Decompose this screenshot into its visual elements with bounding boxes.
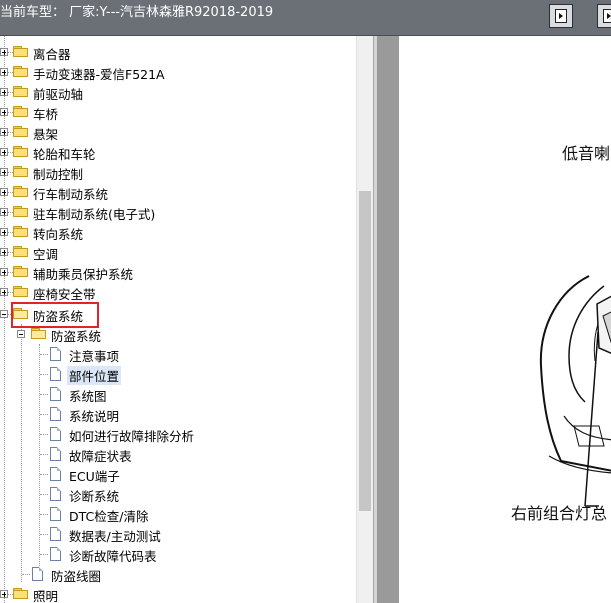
open-folder-icon <box>31 328 46 339</box>
document-icon <box>50 487 61 501</box>
folder-icon <box>13 588 28 599</box>
tree-item-label: 如何进行故障排除分析 <box>69 429 195 444</box>
expand-toggle-icon[interactable] <box>0 168 8 176</box>
collapse-toggle-icon[interactable] <box>17 330 25 338</box>
expand-toggle-icon[interactable] <box>0 248 8 256</box>
tree-item-label: ECU端子 <box>69 469 120 484</box>
highlight-annotation-box <box>11 302 99 328</box>
horn-label: 低音喇 <box>562 144 611 163</box>
tree-item-label: 驻车制动系统(电子式) <box>33 207 156 222</box>
tree-item-label: 诊断系统 <box>69 489 120 504</box>
tree-item-label: 转向系统 <box>33 227 84 242</box>
document-viewer: 低音喇 右前组合灯总 <box>377 36 611 603</box>
document-icon <box>50 467 61 481</box>
tree-item-label: 制动控制 <box>33 167 84 182</box>
tree-item-label: 系统图 <box>69 389 107 404</box>
tree-item-label: 前驱动轴 <box>33 87 84 102</box>
toggle-panel-button[interactable] <box>549 4 573 28</box>
document-icon <box>50 547 61 561</box>
folder-icon <box>13 246 28 257</box>
document-icon <box>32 567 43 581</box>
document-icon <box>50 447 61 461</box>
expand-toggle-icon[interactable] <box>0 68 8 76</box>
tree-item-label: 车桥 <box>33 107 59 122</box>
tree-item-label: 悬架 <box>33 127 59 142</box>
tree-item-label: 手动变速器-爱信F521A <box>33 67 165 82</box>
tree-item-label: 行车制动系统 <box>33 187 109 202</box>
tree-item-label: 防盗系统 <box>51 329 102 344</box>
expand-toggle-icon[interactable] <box>0 590 8 598</box>
document-icon <box>50 367 61 381</box>
document-icon <box>50 507 61 521</box>
tree-item-label: 辅助乘员保护系统 <box>33 267 134 282</box>
tree-item-label: 故障症状表 <box>69 449 132 464</box>
vehicle-model-title: 当前车型： 厂家:Y---汽吉林森雅R92018-2019 <box>0 5 274 20</box>
tree-item-label: 座椅安全带 <box>33 287 96 302</box>
document-icon <box>50 427 61 441</box>
next-panel-button[interactable] <box>597 4 611 28</box>
folder-icon <box>13 86 28 97</box>
tree-item-label: 空调 <box>33 247 59 262</box>
tree-item-label: 防盗线圈 <box>51 569 102 584</box>
expand-toggle-icon[interactable] <box>0 288 8 296</box>
expand-toggle-icon[interactable] <box>0 128 8 136</box>
tree-item-label: 轮胎和车轮 <box>33 147 96 162</box>
tree-guide-line <box>39 344 40 566</box>
document-icon <box>50 527 61 541</box>
expand-toggle-icon[interactable] <box>0 48 8 56</box>
folder-icon <box>13 186 28 197</box>
expand-toggle-icon[interactable] <box>0 108 8 116</box>
expand-toggle-icon[interactable] <box>0 228 8 236</box>
collapse-toggle-icon[interactable] <box>0 310 8 318</box>
tree-item-label: 诊断故障代码表 <box>69 549 157 564</box>
folder-icon <box>13 266 28 277</box>
folder-icon <box>13 206 28 217</box>
panel-arrow-icon <box>603 9 611 23</box>
folder-icon <box>13 126 28 137</box>
folder-icon <box>13 146 28 157</box>
scrollbar-thumb[interactable] <box>359 191 371 511</box>
document-icon <box>50 407 61 421</box>
tree-guide-line <box>4 36 5 603</box>
right-headlamp-label: 右前组合灯总 <box>511 504 608 523</box>
folder-icon <box>13 106 28 117</box>
title-bar: 当前车型： 厂家:Y---汽吉林森雅R92018-2019 <box>0 0 611 36</box>
tree-item-label: 注意事项 <box>69 349 120 364</box>
tree-item-label-selected: 部件位置 <box>67 366 122 385</box>
document-icon <box>50 387 61 401</box>
folder-icon <box>13 166 28 177</box>
expand-toggle-icon[interactable] <box>0 188 8 196</box>
folder-icon <box>13 66 28 77</box>
document-icon <box>50 347 61 361</box>
tree-item-label: 数据表/主动测试 <box>69 529 161 544</box>
expand-toggle-icon[interactable] <box>0 208 8 216</box>
expand-toggle-icon[interactable] <box>0 148 8 156</box>
navigation-tree: 离合器 手动变速器-爱信F521A 前驱动轴 车桥 悬架 轮胎和车轮 制动控制 <box>0 36 373 603</box>
tree-item-label: DTC检查/清除 <box>69 509 149 524</box>
tree-scrollbar[interactable] <box>356 36 374 603</box>
tree-guide-line <box>21 324 22 582</box>
expand-toggle-icon[interactable] <box>0 88 8 96</box>
tree-item-label: 系统说明 <box>69 409 120 424</box>
expand-toggle-icon[interactable] <box>0 268 8 276</box>
folder-icon <box>13 226 28 237</box>
folder-icon <box>13 286 28 297</box>
folder-icon <box>13 46 28 57</box>
panel-toggle-icon <box>555 9 567 23</box>
tree-item-label: 离合器 <box>33 47 71 62</box>
tree-item-label: 照明 <box>33 589 59 603</box>
